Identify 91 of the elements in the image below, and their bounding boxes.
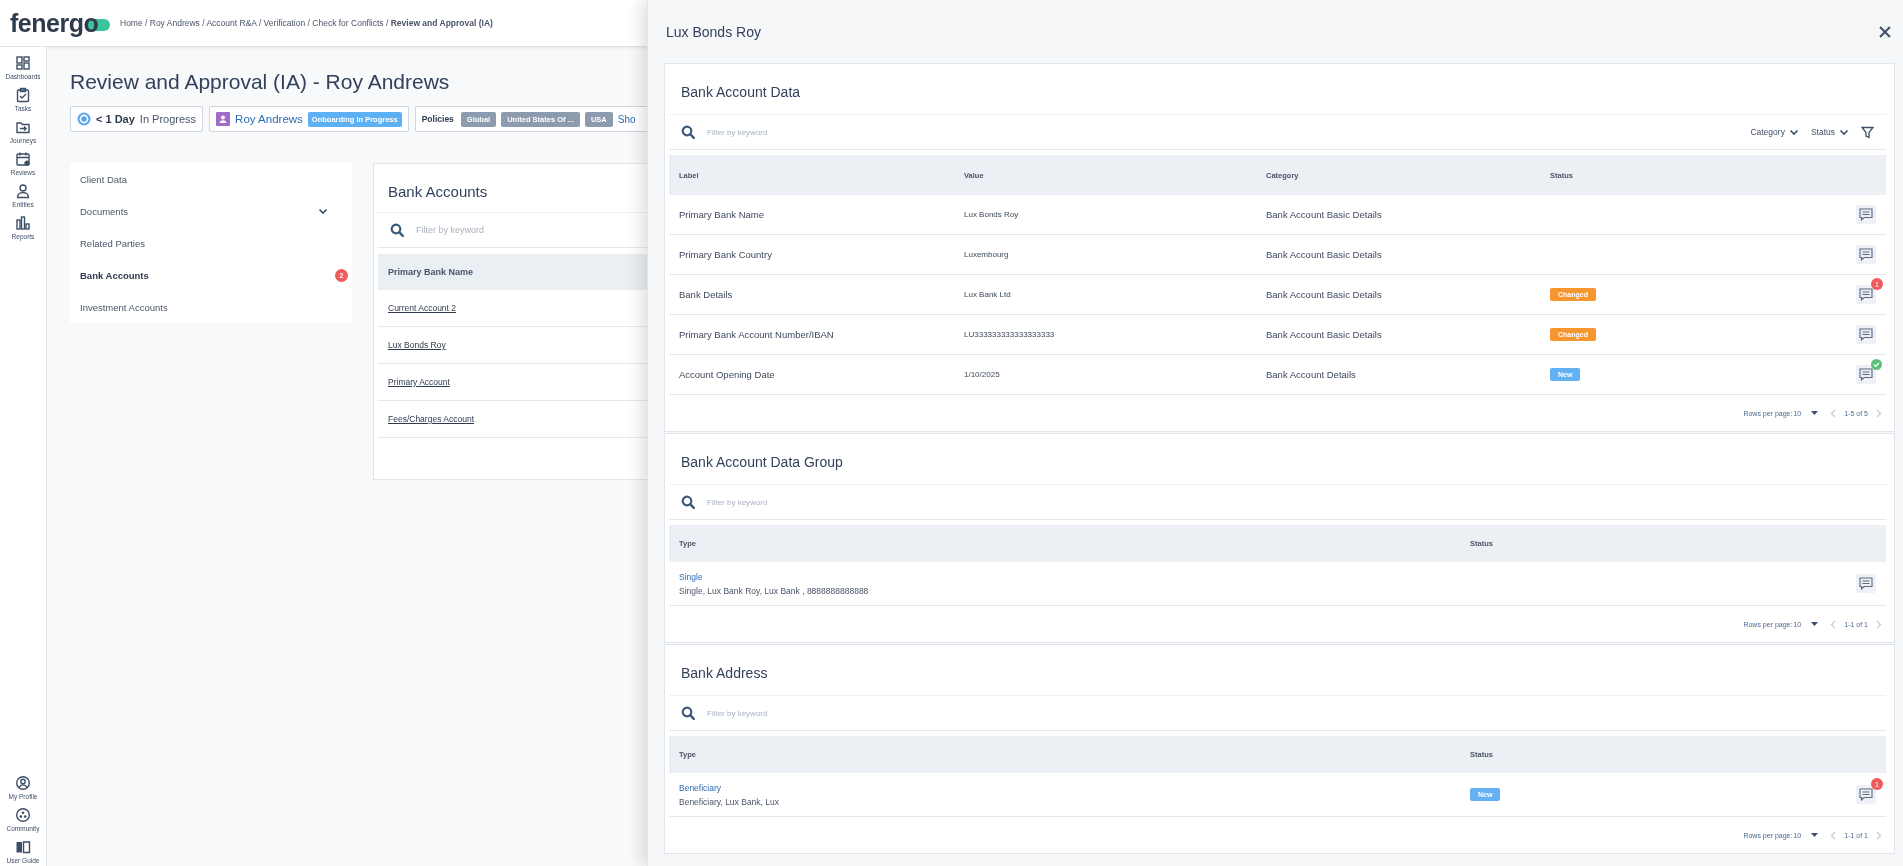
- table-cell-text: 1/10/2025: [964, 370, 1001, 379]
- chevron-down-icon: [318, 207, 328, 215]
- search-icon: [681, 125, 695, 139]
- breadcrumb[interactable]: Home / Roy Andrews / Account R&A / Verification / Check for Conflicts / Review and Approval (IA): [120, 18, 493, 28]
- table-cell-text: Primary Bank Account Number/IBAN: [679, 329, 835, 340]
- comment-button[interactable]: [1856, 285, 1876, 304]
- speech-bubble-icon: [1859, 577, 1873, 590]
- filter-dropdown[interactable]: Category: [1750, 127, 1799, 137]
- type-summary: Single, Lux Bank Roy, Lux Bank , 8888888888888: [679, 585, 869, 596]
- comment-button[interactable]: [1856, 205, 1876, 224]
- speech-bubble-icon: [1859, 368, 1873, 381]
- menu-item[interactable]: Documents: [70, 195, 352, 227]
- table-cell-text: Bank Account Basic Details: [1266, 249, 1383, 260]
- type-link[interactable]: Single: [679, 571, 703, 582]
- account-link[interactable]: Lux Bonds Roy: [388, 340, 446, 350]
- account-link[interactable]: Primary Account: [388, 377, 450, 387]
- status-text: In Progress: [139, 113, 197, 125]
- comment-button[interactable]: [1856, 245, 1876, 264]
- table-cell-text: Lux Bank Ltd: [964, 290, 1012, 299]
- filter-field[interactable]: Filter by keyword: [414, 224, 604, 236]
- duration-text: < 1 Day: [96, 113, 135, 125]
- filter-dropdown[interactable]: Status: [1810, 127, 1849, 137]
- table-cell-text: Lux Bonds Roy: [964, 210, 1020, 219]
- search-icon: [681, 495, 695, 509]
- card-title: Bank Accounts: [387, 182, 489, 202]
- menu-label: Investment Accounts: [80, 301, 169, 313]
- speech-bubble-icon: [1859, 248, 1873, 261]
- policies-label: Policies: [421, 114, 454, 124]
- panel-title: Lux Bonds Roy: [666, 23, 761, 40]
- menu-label: Related Parties: [80, 237, 146, 249]
- speech-bubble-icon: [1859, 288, 1873, 301]
- section-title: Bank Address: [680, 664, 769, 683]
- table-cell-text: Account Opening Date: [679, 369, 776, 380]
- type-link[interactable]: Beneficiary: [679, 782, 722, 793]
- caret-down-icon: [1811, 411, 1819, 415]
- comment-button[interactable]: [1856, 574, 1876, 593]
- speech-bubble-icon: [1859, 208, 1873, 221]
- section-title: Bank Account Data Group: [680, 453, 844, 472]
- table-cell-text: Primary Bank Country: [679, 249, 773, 260]
- comment-button[interactable]: [1856, 365, 1876, 384]
- menu-label: Bank Accounts: [80, 269, 150, 281]
- account-link[interactable]: Fees/Charges Account: [388, 414, 474, 424]
- filter-field[interactable]: Filter by keyword: [705, 126, 1741, 138]
- menu-item[interactable]: Client Data: [70, 163, 352, 195]
- column-header: Primary Bank Name: [388, 267, 474, 277]
- caret-down-icon: [1811, 833, 1819, 837]
- check-badge-icon: [1871, 359, 1882, 370]
- dots-circle-icon: [15, 807, 31, 823]
- table-cell-text: LU333333333333333333: [964, 330, 1056, 339]
- caret-down-icon: [1811, 622, 1819, 626]
- person-icon: [15, 183, 31, 199]
- comment-button[interactable]: [1856, 325, 1876, 344]
- clock-circle-icon: [77, 112, 91, 126]
- logo[interactable]: fenergo: [10, 8, 99, 38]
- show-more-link[interactable]: Sho: [617, 113, 636, 125]
- close-button[interactable]: [1877, 23, 1893, 40]
- calendar-icon: [15, 151, 31, 167]
- table-cell-text: Luxembourg: [964, 250, 1010, 259]
- filter-field[interactable]: Filter by keyword: [705, 707, 1874, 719]
- entity-link[interactable]: Roy Andrews: [235, 113, 303, 125]
- account-link[interactable]: Current Account 2: [388, 303, 457, 313]
- table-cell-text: Bank Account Basic Details: [1266, 329, 1383, 340]
- book-icon: [15, 839, 31, 855]
- filter-icon[interactable]: [1861, 125, 1874, 139]
- type-summary: Beneficiary, Lux Bank, Lux: [679, 796, 779, 807]
- close-icon: [1879, 25, 1891, 38]
- speech-bubble-icon: [1859, 328, 1873, 341]
- table-cell-text: Bank Account Basic Details: [1266, 289, 1383, 300]
- menu-item[interactable]: Related Parties: [70, 227, 352, 259]
- section-title: Bank Account Data: [680, 83, 802, 102]
- search-icon: [681, 706, 695, 720]
- bar-chart-icon: [15, 215, 31, 231]
- page-title: Review and Approval (IA) - Roy Andrews: [70, 70, 450, 94]
- table-cell-text: Bank Account Basic Details: [1266, 209, 1383, 220]
- avatar-icon: [216, 112, 231, 126]
- menu-label: Client Data: [80, 173, 128, 185]
- search-icon: [390, 223, 404, 237]
- user-circle-icon: [15, 775, 31, 791]
- clipboard-icon: [15, 87, 31, 103]
- filter-field[interactable]: Filter by keyword: [705, 496, 1874, 508]
- comment-button[interactable]: [1856, 785, 1876, 804]
- speech-bubble-icon: [1859, 788, 1873, 801]
- chevron-down-icon: [1839, 128, 1849, 136]
- table-cell-text: Primary Bank Name: [679, 209, 765, 220]
- grid-icon: [15, 55, 31, 71]
- table-cell-text: Bank Account Details: [1266, 369, 1357, 380]
- table-cell-text: Bank Details: [679, 289, 734, 300]
- folder-icon: [15, 119, 31, 135]
- chevron-down-icon: [1788, 128, 1799, 136]
- menu-item[interactable]: Investment Accounts: [70, 291, 352, 323]
- menu-label: Documents: [80, 205, 130, 217]
